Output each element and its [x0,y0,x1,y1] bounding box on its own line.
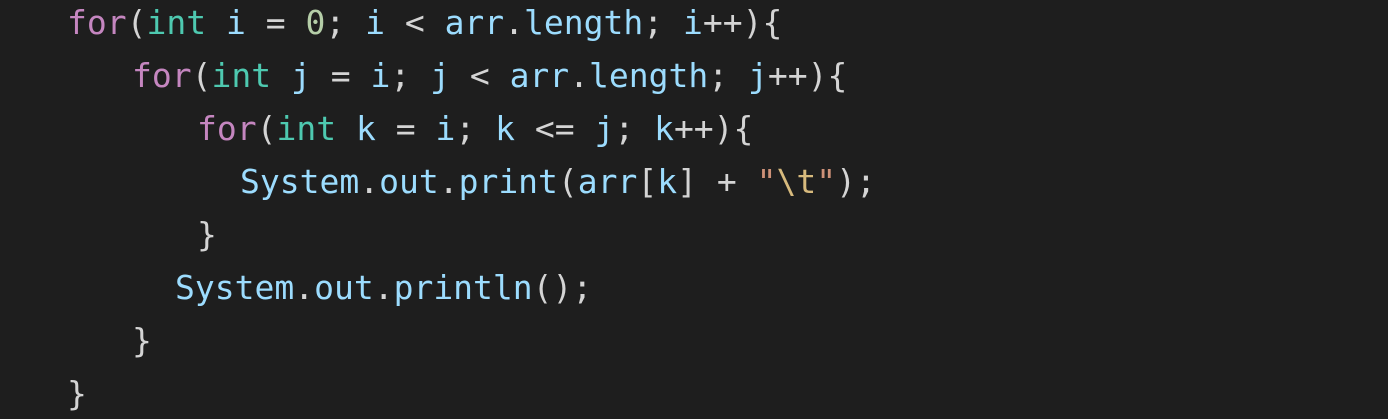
identifier-token: out [379,162,439,201]
identifier-token: println [393,268,533,307]
punctuation-token: <= [514,109,595,148]
punctuation-token: ( [256,109,277,148]
code-line-7: } [132,314,152,367]
punctuation-token: = [310,56,371,95]
punctuation-token: } [132,321,152,360]
code-line-4: System.out.print(arr[k] + "\t"); [240,155,876,208]
punctuation-token: . [438,162,459,201]
punctuation-token: ++){ [702,3,783,42]
identifier-token: print [458,162,558,201]
punctuation-token: ++){ [767,56,848,95]
punctuation-token: < [384,3,445,42]
keyword-token: for [132,56,192,95]
identifier-token: System [240,162,360,201]
punctuation-token: ( [557,162,578,201]
type-token: int [146,3,207,42]
punctuation-token: < [449,56,510,95]
punctuation-token: . [373,268,394,307]
code-line-8: } [67,367,87,419]
punctuation-token: . [294,268,315,307]
identifier-token: i [683,3,703,42]
punctuation-token: . [359,162,380,201]
identifier-token: arr [509,56,570,95]
punctuation-token: ; [390,56,431,95]
punctuation-token: = [375,109,436,148]
punctuation-token [271,56,291,95]
string-token: " [816,162,837,201]
code-line-3: for(int k = i; k <= j; k++){ [197,102,753,155]
identifier-token: i [225,3,246,42]
identifier-token: j [290,56,311,95]
punctuation-token: ; [643,3,684,42]
code-line-6: System.out.println(); [175,261,592,314]
identifier-token: j [748,56,768,95]
identifier-token: i [435,109,456,148]
identifier-token: k [657,162,678,201]
identifier-token: i [370,56,391,95]
keyword-token: for [197,109,257,148]
identifier-token: k [355,109,376,148]
identifier-token: j [594,109,615,148]
punctuation-token: . [504,3,525,42]
identifier-token: out [314,268,374,307]
punctuation-token [206,3,226,42]
identifier-token: length [589,56,709,95]
string-token: " [756,162,777,201]
punctuation-token [336,109,356,148]
punctuation-token: ( [191,56,212,95]
punctuation-token: } [197,215,217,254]
punctuation-token: ; [325,3,366,42]
code-line-2: for(int j = i; j < arr.length; j++){ [132,49,847,102]
punctuation-token: ; [455,109,496,148]
keyword-token: for [67,3,127,42]
identifier-token: System [175,268,295,307]
code-line-1: for(int i = 0; i < arr.length; i++){ [67,0,782,49]
code-line-5: } [197,208,217,261]
code-editor[interactable]: for(int i = 0; i < arr.length; i++){ for… [0,0,1388,419]
escape-token: \t [776,162,817,201]
identifier-token: k [495,109,515,148]
identifier-token: arr [577,162,638,201]
punctuation-token: ] + [677,162,757,201]
punctuation-token: } [67,374,87,413]
number-token: 0 [305,3,326,42]
punctuation-token: ; [614,109,655,148]
punctuation-token: (); [532,268,593,307]
identifier-token: j [430,56,450,95]
type-token: int [211,56,272,95]
punctuation-token: [ [637,162,658,201]
punctuation-token: . [569,56,590,95]
punctuation-token: ++){ [673,109,754,148]
identifier-token: arr [444,3,505,42]
identifier-token: k [654,109,674,148]
punctuation-token: ( [126,3,147,42]
identifier-token: length [524,3,644,42]
punctuation-token: = [245,3,306,42]
punctuation-token: ); [836,162,876,201]
punctuation-token: ; [708,56,749,95]
type-token: int [276,109,337,148]
identifier-token: i [365,3,385,42]
